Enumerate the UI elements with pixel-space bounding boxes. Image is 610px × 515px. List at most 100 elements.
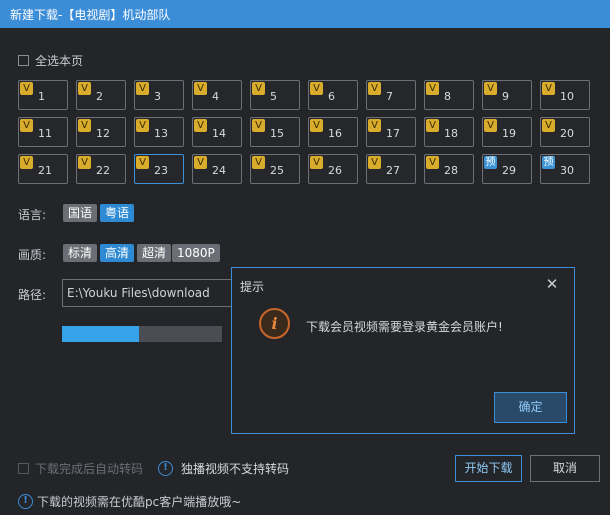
episode-number: 16 [328, 127, 342, 140]
preview-badge: 预 [484, 156, 497, 169]
ok-button[interactable]: 确定 [494, 392, 567, 423]
info-circle-icon: ! [18, 494, 33, 509]
path-label: 路径: [18, 288, 47, 302]
episode-button[interactable]: V 15 [250, 117, 300, 147]
episode-number: 19 [502, 127, 516, 140]
episode-button[interactable]: V 23 [134, 154, 184, 184]
episode-button[interactable]: V 12 [76, 117, 126, 147]
vip-badge: V [310, 119, 323, 132]
episode-number: 11 [38, 127, 52, 140]
vip-badge: V [78, 156, 91, 169]
episode-button[interactable]: V 13 [134, 117, 184, 147]
vip-badge: V [368, 82, 381, 95]
checkbox-box[interactable] [18, 462, 29, 474]
episode-number: 8 [444, 90, 451, 103]
progress-bar [62, 326, 222, 342]
episode-number: 30 [560, 164, 574, 177]
episode-button[interactable]: V 24 [192, 154, 242, 184]
episode-button[interactable]: V3 [134, 80, 184, 110]
episode-number: 20 [560, 127, 574, 140]
language-option[interactable]: 粤语 [100, 204, 135, 222]
episode-number: 22 [96, 164, 110, 177]
vip-badge: V [136, 156, 149, 169]
episode-button[interactable]: 预 29 [482, 154, 532, 184]
title-bar[interactable]: 新建下载-【电视剧】机动部队 [0, 0, 610, 28]
vip-badge: V [484, 119, 497, 132]
episode-button[interactable]: V 27 [366, 154, 416, 184]
episode-number: 18 [444, 127, 458, 140]
vip-badge: V [78, 82, 91, 95]
language-option[interactable]: 国语 [63, 204, 98, 222]
vip-badge: V [78, 119, 91, 132]
episode-button[interactable]: V6 [308, 80, 358, 110]
progress-fill [62, 326, 139, 342]
select-all-checkbox[interactable]: 全选本页 [18, 52, 83, 68]
vip-badge: V [368, 156, 381, 169]
episode-button[interactable]: V8 [424, 80, 474, 110]
vip-badge: V [368, 119, 381, 132]
language-label: 语言: [18, 208, 47, 222]
vip-badge: V [136, 82, 149, 95]
select-all-label: 全选本页 [35, 53, 84, 68]
episode-number: 26 [328, 164, 342, 177]
episode-button[interactable]: V1 [18, 80, 68, 110]
episode-number: 1 [38, 90, 45, 103]
episode-button[interactable]: V 18 [424, 117, 474, 147]
footer-notice-text: 下载的视频需在优酷pc客户端播放哦~ [37, 495, 242, 509]
episode-number: 9 [502, 90, 509, 103]
episode-number: 17 [386, 127, 400, 140]
episode-button[interactable]: V 16 [308, 117, 358, 147]
episode-number: 5 [270, 90, 277, 103]
auto-transcode-checkbox[interactable]: 下载完成后自动转码 [18, 461, 144, 476]
vip-badge: V [542, 119, 555, 132]
vip-badge: V [194, 82, 207, 95]
vip-badge: V [194, 119, 207, 132]
checkbox-box[interactable] [18, 54, 29, 66]
vip-badge: V [426, 156, 439, 169]
quality-option[interactable]: 高清 [100, 244, 135, 262]
episode-button[interactable]: V 19 [482, 117, 532, 147]
episode-number: 13 [154, 127, 168, 140]
episode-button[interactable]: V 11 [18, 117, 68, 147]
vip-badge: V [542, 82, 555, 95]
window-title: 新建下载-【电视剧】机动部队 [10, 8, 171, 22]
episode-button[interactable]: V 25 [250, 154, 300, 184]
episode-button[interactable]: V9 [482, 80, 532, 110]
vip-badge: V [194, 156, 207, 169]
cancel-button[interactable]: 取消 [530, 455, 600, 482]
episode-button[interactable]: V5 [250, 80, 300, 110]
vip-badge: V [252, 156, 265, 169]
vip-badge: V [252, 82, 265, 95]
quality-option[interactable]: 超清 [137, 244, 172, 262]
episode-number: 14 [212, 127, 226, 140]
close-icon[interactable]: ✕ [544, 276, 560, 292]
episode-button[interactable]: V 17 [366, 117, 416, 147]
vip-badge: V [20, 156, 33, 169]
vip-badge: V [310, 82, 323, 95]
episode-number: 27 [386, 164, 400, 177]
quality-option[interactable]: 1080P [172, 244, 220, 262]
episode-button[interactable]: V7 [366, 80, 416, 110]
episode-button[interactable]: V 22 [76, 154, 126, 184]
path-input[interactable] [62, 279, 238, 307]
vip-badge: V [136, 119, 149, 132]
episode-button[interactable]: V4 [192, 80, 242, 110]
episode-button[interactable]: V2 [76, 80, 126, 110]
quality-option[interactable]: 标清 [63, 244, 98, 262]
episode-number: 7 [386, 90, 393, 103]
episode-number: 2 [96, 90, 103, 103]
vip-badge: V [310, 156, 323, 169]
info-icon: i [259, 308, 290, 339]
vip-badge: V [426, 82, 439, 95]
start-download-button[interactable]: 开始下载 [455, 455, 522, 482]
episode-button[interactable]: V 28 [424, 154, 474, 184]
episode-button[interactable]: V 21 [18, 154, 68, 184]
episode-button[interactable]: V 20 [540, 117, 590, 147]
vip-badge: V [252, 119, 265, 132]
auto-transcode-label: 下载完成后自动转码 [35, 461, 144, 476]
episode-button[interactable]: V 14 [192, 117, 242, 147]
episode-button[interactable]: V 26 [308, 154, 358, 184]
exclusive-notice: ! 独播视频不支持转码 [158, 460, 289, 477]
episode-button[interactable]: V 10 [540, 80, 590, 110]
episode-button[interactable]: 预 30 [540, 154, 590, 184]
